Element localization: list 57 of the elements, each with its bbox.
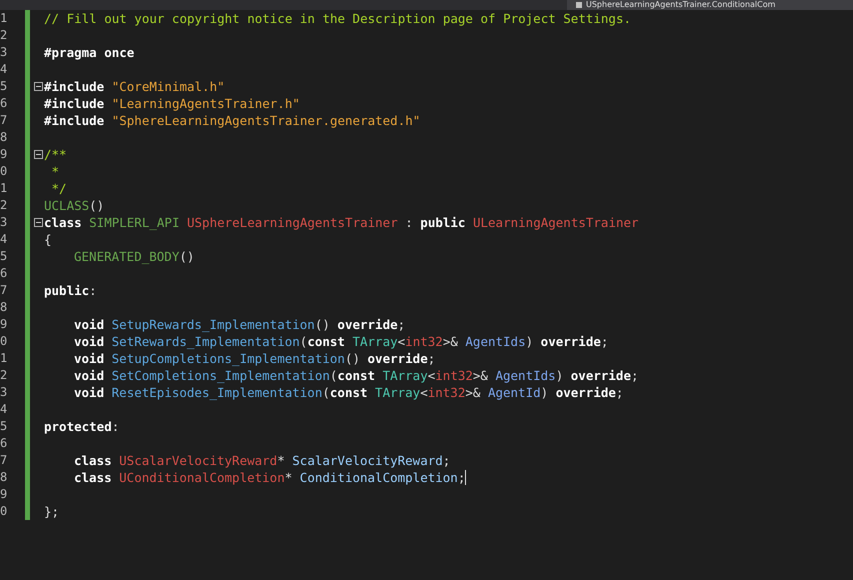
line-number: 7	[0, 112, 8, 129]
code-line: #include "SphereLearningAgentsTrainer.generated.h"	[44, 112, 420, 129]
line-number: 2	[0, 197, 8, 214]
line-number: 3	[0, 384, 8, 401]
line-number: 1	[0, 350, 8, 367]
code-line: UCLASS()	[44, 197, 104, 214]
code-line: class UScalarVelocityReward* ScalarVelocityReward;	[73, 452, 450, 469]
code-line: class UConditionalCompletion* ConditionalCompletion;	[73, 469, 466, 486]
code-line: void SetupRewards_Implementation() override;	[73, 316, 406, 333]
code-line: #pragma once	[44, 44, 134, 61]
line-number: 8	[0, 129, 8, 146]
line-number: 2	[0, 367, 8, 384]
code-line: void SetCompletions_Implementation(const TArray<int32>& AgentIds) override;	[73, 367, 639, 384]
line-number: 8	[0, 469, 8, 486]
line-number: 6	[0, 95, 8, 112]
collapse-icon[interactable]	[34, 218, 43, 227]
line-number: 1	[0, 180, 8, 197]
code-line: /**	[44, 146, 67, 163]
line-number: 0	[0, 333, 8, 350]
code-line: *	[50, 163, 60, 180]
line-number: 5	[0, 78, 8, 95]
code-line: void ResetEpisodes_Implementation(const TArray<int32>& AgentId) override;	[73, 384, 624, 401]
file-tab[interactable]: USphereLearningAgentsTrainer.ConditionalCom	[567, 0, 853, 10]
line-number: 5	[0, 418, 8, 435]
line-number: 7	[0, 452, 8, 469]
line-number: 3	[0, 214, 8, 231]
code-line: };	[44, 503, 60, 520]
line-number: 6	[0, 435, 8, 452]
code-line: protected:	[44, 418, 120, 435]
code-line: void SetRewards_Implementation(const TArray<int32>& AgentIds) override;	[73, 333, 608, 350]
line-number: 0	[0, 163, 8, 180]
line-number: 1	[0, 10, 8, 27]
line-number: 2	[0, 27, 8, 44]
code-line: GENERATED_BODY()	[73, 248, 194, 265]
line-number: 5	[0, 248, 8, 265]
line-number: 9	[0, 316, 8, 333]
line-number: 8	[0, 299, 8, 316]
line-number: 9	[0, 486, 8, 503]
code-line: #include "LearningAgentsTrainer.h"	[44, 95, 300, 112]
line-number: 4	[0, 231, 8, 248]
collapse-icon[interactable]	[34, 150, 43, 159]
line-number: 0	[0, 503, 8, 520]
file-icon	[575, 1, 583, 9]
line-number: 9	[0, 146, 8, 163]
collapse-icon[interactable]	[34, 82, 43, 91]
code-line: */	[50, 180, 67, 197]
line-number: 7	[0, 282, 8, 299]
code-line: class SIMPLERL_API USphereLearningAgentsTrainer : public ULearningAgentsTrainer	[44, 214, 639, 231]
code-line: // Fill out your copyright notice in the Description page of Project Settings.	[44, 10, 631, 27]
code-line: #include "CoreMinimal.h"	[44, 78, 225, 95]
code-line: public:	[44, 282, 97, 299]
line-number: 4	[0, 401, 8, 418]
line-number: 4	[0, 61, 8, 78]
code-line: {	[44, 231, 52, 248]
line-number: 6	[0, 265, 8, 282]
line-number: 3	[0, 44, 8, 61]
code-line: void SetupCompletions_Implementation() override;	[73, 350, 436, 367]
